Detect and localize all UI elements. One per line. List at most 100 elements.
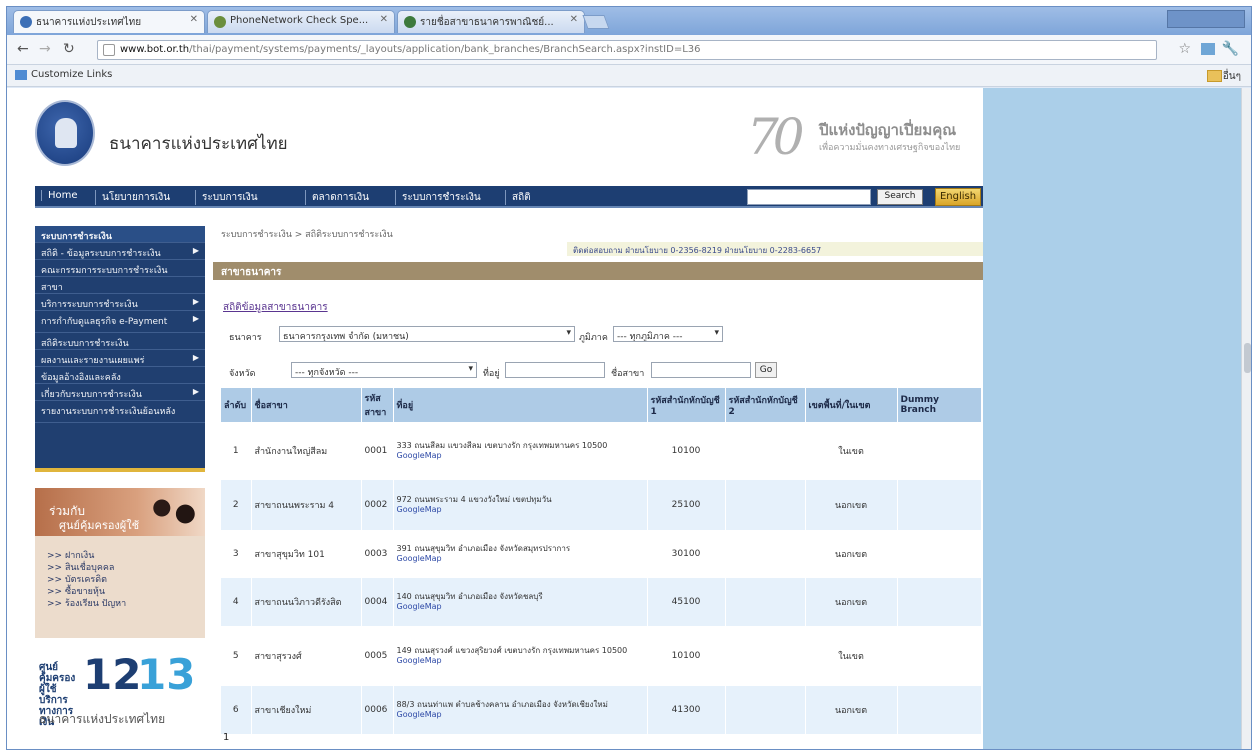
vertical-scrollbar[interactable]	[1241, 88, 1251, 749]
close-icon[interactable]: ✕	[380, 14, 388, 25]
page-viewport: ธนาคารแห่งประเทศไทย 70 ปีแห่งปัญญาเปี่ยม…	[7, 88, 1251, 749]
col-branch-code: รหัสสาขา	[361, 388, 394, 422]
address-bar[interactable]: www.bot.or.th/thai/payment/systems/payme…	[97, 40, 1157, 60]
promo-link[interactable]: >> สินเชื่อบุคคล	[47, 560, 126, 573]
consumer-promo: ร่วมกับ ศูนย์คุ้มครองผู้ใช้ >> ฝากเงิน >…	[35, 488, 205, 638]
nav-financial-market[interactable]: ตลาดการเงิน	[305, 190, 369, 205]
forward-icon[interactable]: →	[39, 41, 51, 57]
table-header: ลำดับ ชื่อสาขา รหัสสาขา ที่อยู่ รหัสสำนั…	[221, 388, 982, 422]
sidebar-item[interactable]: รายงานระบบการชำระเงินย้อนหลัง	[35, 401, 205, 423]
map-link[interactable]: GoogleMap	[397, 710, 644, 720]
table-row: 4 สาขาถนนวิภาวดีรังสิต 0004 140 ถนนสุขุม…	[221, 578, 982, 626]
sidebar-item[interactable]: คณะกรรมการระบบการชำระเงิน	[35, 260, 205, 277]
promo-banner[interactable]: ร่วมกับ ศูนย์คุ้มครองผู้ใช้	[35, 488, 205, 536]
bank-filter-label: ธนาคาร	[229, 333, 262, 343]
reload-icon[interactable]: ↻	[63, 41, 75, 57]
bookmark-star-icon[interactable]: ☆	[1178, 41, 1191, 57]
call-center-banner[interactable]: ศูนย์คุ้มครองผู้ใช้บริการทางการเงิน 12 1…	[35, 648, 205, 738]
anniversary-title: ปีแห่งปัญญาเปี่ยมคุณ	[819, 121, 957, 139]
branch-stats-link[interactable]: สถิติข้อมูลสาขาธนาคาร	[223, 300, 328, 315]
col-clearing-2: รหัสสำนักหักบัญชี 2	[725, 388, 806, 422]
contact-info: ติดต่อสอบถาม ฝ่ายนโยบาย 0-2356-8219 ฝ่าย…	[567, 242, 985, 256]
map-link[interactable]: GoogleMap	[397, 656, 644, 666]
col-area: เขตพื้นที่/ในเขต	[805, 388, 898, 422]
sidebar-item[interactable]: การกำกับดูแลธุรกิจ e-Payment ▶	[35, 311, 205, 333]
browser-window: ธนาคารแห่งประเทศไทย ✕ PhoneNetwork Check…	[6, 6, 1252, 750]
sidebar-item[interactable]: เกี่ยวกับระบบการชำระเงิน ▶	[35, 384, 205, 401]
breadcrumb[interactable]: ระบบการชำระเงิน > สถิติระบบการชำระเงิน	[221, 227, 393, 241]
close-icon[interactable]: ✕	[570, 14, 578, 25]
map-link[interactable]: GoogleMap	[397, 505, 644, 515]
address-input[interactable]	[505, 362, 605, 378]
table-row: 1 สำนักงานใหญ่สีลม 0001 333 ถนนสีลม แขวง…	[221, 422, 982, 480]
branch-name-input[interactable]	[651, 362, 751, 378]
col-no: ลำดับ	[221, 388, 252, 422]
new-tab-button[interactable]	[582, 15, 610, 29]
arrow-right-icon: ▶	[192, 387, 199, 396]
search-button[interactable]: Search	[877, 189, 923, 205]
section-title: สาขาธนาคาร	[213, 262, 985, 280]
main-nav: Home นโยบายการเงิน ระบบการเงิน ตลาดการเง…	[35, 186, 985, 208]
browser-toolbar: ← → ↻ www.bot.or.th/thai/payment/systems…	[7, 35, 1251, 65]
col-dummy: Dummy Branch	[897, 388, 982, 422]
other-bookmarks[interactable]: อื่นๆ	[1206, 69, 1241, 84]
window-controls[interactable]	[1167, 10, 1245, 28]
bank-select[interactable]: ธนาคารกรุงเทพ จำกัด (มหาชน)	[279, 326, 575, 342]
tab-phone-network[interactable]: PhoneNetwork Check Spe... ✕	[207, 10, 395, 33]
col-clearing-1: รหัสสำนักหักบัญชี 1	[647, 388, 726, 422]
call-center-bank: ธนาคารแห่งประเทศไทย	[39, 712, 166, 726]
go-button[interactable]: Go	[755, 362, 777, 378]
nav-monetary-policy[interactable]: นโยบายการเงิน	[95, 190, 170, 205]
globe-icon	[20, 16, 32, 28]
tab-branch-list[interactable]: รายชื่อสาขาธนาคารพาณิชย์... ✕	[397, 10, 585, 33]
anniversary-subtitle: เพื่อความมั่นคงทางเศรษฐกิจของไทย	[819, 143, 961, 153]
promo-link[interactable]: >> ร้องเรียน ปัญหา	[47, 596, 126, 609]
nav-payment-system[interactable]: ระบบการชำระเงิน	[395, 190, 481, 205]
map-link[interactable]: GoogleMap	[397, 554, 644, 564]
promo-link[interactable]: >> บัตรเครดิต	[47, 572, 126, 585]
english-button[interactable]: English	[935, 188, 981, 206]
sidebar-item[interactable]: บริการระบบการชำระเงิน ▶	[35, 294, 205, 311]
nav-home[interactable]: Home	[41, 190, 78, 201]
table-row: 6 สาขาเชียงใหม่ 0006 88/3 ถนนท่าแพ ตำบลช…	[221, 686, 982, 734]
promo-link[interactable]: >> ฝากเงิน	[47, 548, 126, 561]
wrench-icon[interactable]: 🔧	[1222, 41, 1239, 57]
sidebar-item-payment-system[interactable]: ระบบการชำระเงิน	[35, 226, 205, 243]
site-search-input[interactable]	[747, 189, 871, 205]
map-link[interactable]: GoogleMap	[397, 602, 644, 612]
back-icon[interactable]: ←	[17, 41, 29, 57]
arrow-right-icon: ▶	[192, 314, 199, 323]
table-row: 2 สาขาถนนพระราม 4 0002 972 ถนนพระราม 4 แ…	[221, 480, 982, 530]
page-icon	[214, 16, 226, 28]
bookmarks-bar: Customize Links อื่นๆ	[7, 65, 1251, 87]
arrow-right-icon: ▶	[192, 297, 199, 306]
bookmark-customize-links[interactable]: Customize Links	[15, 69, 112, 80]
nav-financial-system[interactable]: ระบบการเงิน	[195, 190, 258, 205]
col-branch-name: ชื่อสาขา	[251, 388, 362, 422]
sidebar-divider	[35, 468, 205, 472]
bot-website: ธนาคารแห่งประเทศไทย 70 ปีแห่งปัญญาเปี่ยม…	[7, 88, 985, 749]
close-icon[interactable]: ✕	[190, 14, 198, 25]
tab-bot-home[interactable]: ธนาคารแห่งประเทศไทย ✕	[13, 10, 205, 33]
pagination-page[interactable]: 1	[223, 732, 229, 743]
call-center-number: 13	[137, 650, 196, 699]
scrollbar-thumb[interactable]	[1244, 343, 1251, 373]
region-select[interactable]: --- ทุกภูมิภาค ---	[613, 326, 723, 342]
sidebar-item[interactable]: ผลงานและรายงานเผยแพร่ ▶	[35, 350, 205, 367]
sidebar-item[interactable]: สาขา	[35, 277, 205, 294]
sidebar-item[interactable]: สถิติ - ข้อมูลระบบการชำระเงิน ▶	[35, 243, 205, 260]
province-select[interactable]: --- ทุกจังหวัด ---	[291, 362, 477, 378]
arrow-right-icon: ▶	[192, 353, 199, 362]
sidebar-item[interactable]: ข้อมูลอ้างอิงและคลัง	[35, 367, 205, 384]
nav-statistics[interactable]: สถิติ	[505, 190, 531, 205]
extension-icon[interactable]	[1201, 43, 1215, 55]
call-center-number: 12	[83, 650, 142, 699]
promo-link[interactable]: >> ซื้อขายหุ้น	[47, 584, 126, 597]
col-address: ที่อยู่	[393, 388, 648, 422]
empty-right-area	[983, 88, 1241, 749]
bank-name: ธนาคารแห่งประเทศไทย	[109, 134, 288, 154]
map-link[interactable]: GoogleMap	[397, 451, 644, 461]
bot-logo[interactable]	[35, 100, 95, 166]
sidebar-item[interactable]: สถิติระบบการชำระเงิน	[35, 333, 205, 350]
region-filter-label: ภูมิภาค	[579, 333, 608, 343]
